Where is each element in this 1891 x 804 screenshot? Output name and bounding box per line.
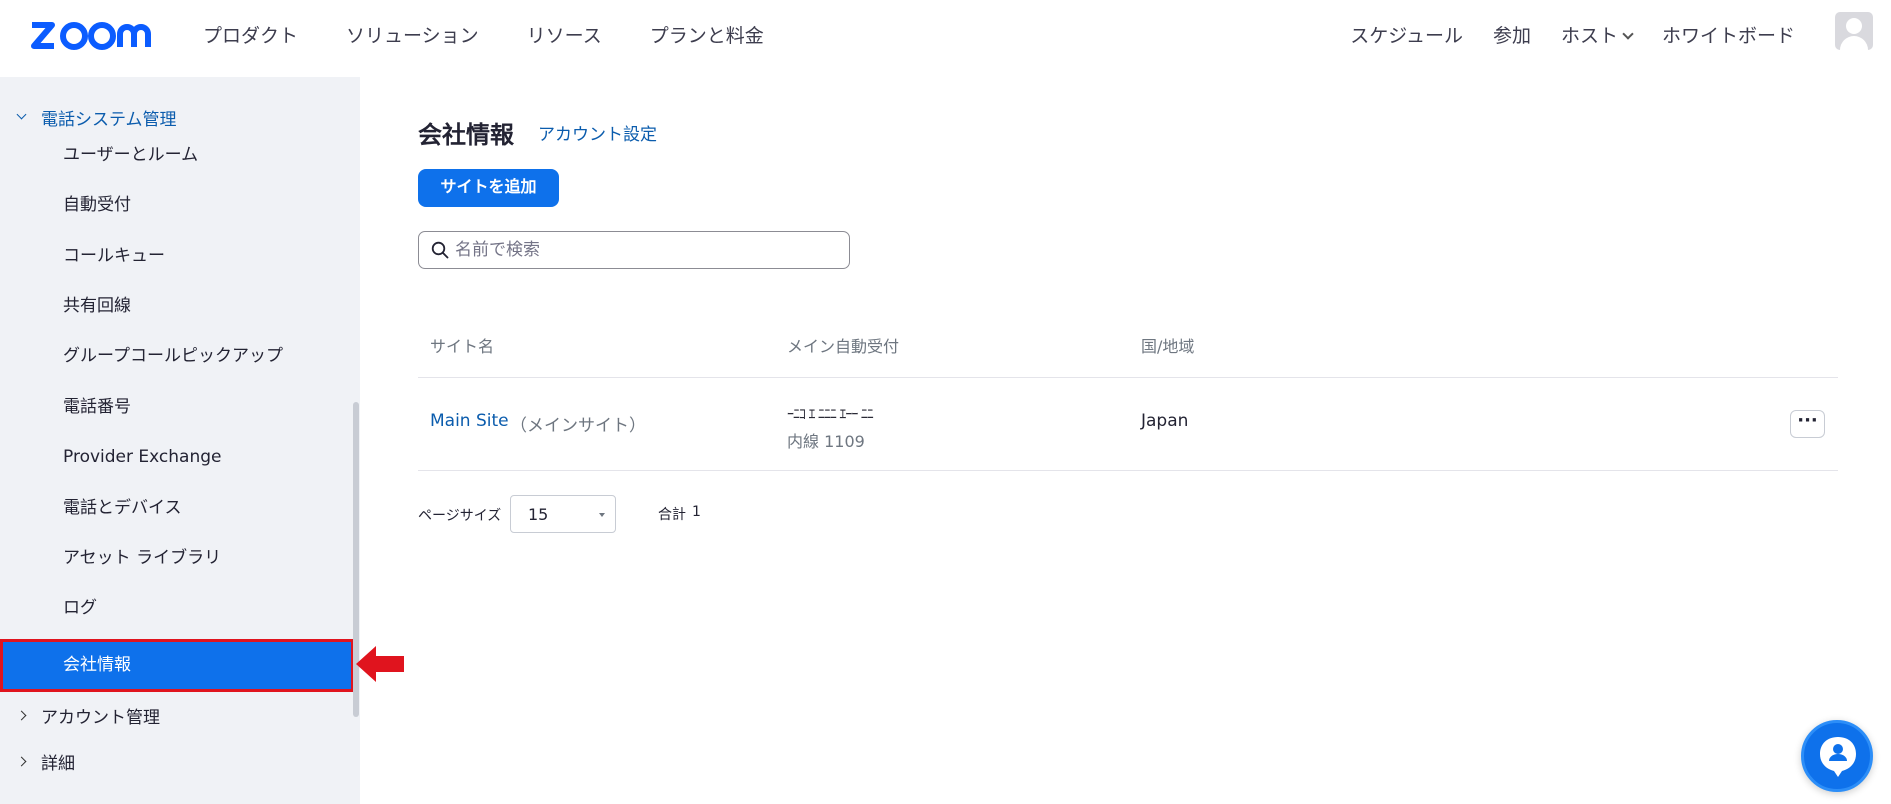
sidebar-item-asset-library[interactable]: アセット ライブラリ [63, 533, 221, 583]
sidebar-group-label: 電話システム管理 [41, 110, 177, 130]
page-size-value: 15 [528, 505, 549, 524]
nav-solutions[interactable]: ソリューション [346, 20, 479, 52]
sidebar-group-label: アカウント管理 [41, 708, 160, 728]
sidebar-item-label: 会社情報 [63, 655, 131, 675]
nav-join[interactable]: 参加 [1493, 20, 1531, 52]
secondary-nav: スケジュール 参加 ホスト ホワイトボード [1350, 20, 1795, 52]
column-header-site-name[interactable]: サイト名 [430, 333, 494, 357]
sidebar-item-shared-lines[interactable]: 共有回線 [63, 281, 131, 331]
nav-whiteboard[interactable]: ホワイトボード [1662, 20, 1795, 52]
sidebar: 電話システム管理 ユーザーとルーム 自動受付 コールキュー 共有回線 グループコ… [0, 77, 360, 804]
page-size-label: ページサイズ [418, 508, 502, 524]
nav-products[interactable]: プロダクト [203, 20, 298, 52]
nav-host[interactable]: ホスト [1560, 20, 1634, 52]
support-chat-button[interactable] [1801, 720, 1873, 792]
sidebar-group-advanced[interactable]: 詳細 [16, 749, 75, 774]
sidebar-item-company-info[interactable]: 会社情報 [0, 639, 354, 692]
sidebar-group-phone-system[interactable]: 電話システム管理 [16, 105, 177, 130]
sidebar-item-users-rooms[interactable]: ユーザーとルーム [63, 130, 198, 180]
dropdown-caret-icon [599, 513, 605, 517]
zoom-logo-icon [31, 22, 151, 50]
account-settings-link[interactable]: アカウント設定 [538, 120, 657, 145]
sidebar-item-phone-numbers[interactable]: 電話番号 [63, 382, 131, 432]
nav-resources[interactable]: リソース [527, 20, 602, 52]
receptionist-name-redacted: ｰﾆｺ ｴ ﾆﾆﾆ ｴｰｰ ﾆﾆ [787, 407, 874, 423]
total-label: 合計 [658, 507, 686, 523]
search-icon [431, 241, 449, 259]
site-country: Japan [1141, 411, 1189, 431]
sidebar-item-logs[interactable]: ログ [63, 583, 97, 633]
primary-nav: プロダクト ソリューション リソース プランと料金 [203, 20, 764, 52]
column-header-country[interactable]: 国/地域 [1141, 333, 1194, 357]
sidebar-group-account-management[interactable]: アカウント管理 [16, 703, 160, 728]
sidebar-item-provider-exchange[interactable]: Provider Exchange [63, 432, 221, 482]
more-options-button[interactable]: ··· [1790, 410, 1825, 438]
search-input[interactable] [455, 232, 835, 268]
main-content: 会社情報 アカウント設定 サイトを追加 サイト名 メイン自動受付 国/地域 Ma… [360, 77, 1891, 804]
nav-host-label: ホスト [1560, 25, 1618, 47]
sidebar-item-auto-receptionist[interactable]: 自動受付 [63, 180, 131, 230]
chevron-down-icon [1622, 28, 1634, 40]
site-name-link[interactable]: Main Site [430, 411, 509, 431]
nav-plans-pricing[interactable]: プランと料金 [650, 20, 764, 52]
table-divider [418, 470, 1838, 471]
page-title: 会社情報 [418, 121, 514, 149]
nav-schedule[interactable]: スケジュール [1350, 20, 1463, 52]
add-site-button[interactable]: サイトを追加 [418, 169, 559, 207]
page-size-select[interactable]: 15 [510, 495, 616, 533]
sidebar-item-call-queue[interactable]: コールキュー [63, 231, 165, 281]
column-header-main-auto-receptionist[interactable]: メイン自動受付 [787, 333, 899, 357]
chevron-down-icon [16, 109, 27, 120]
chat-bot-icon [1820, 737, 1856, 777]
search-box [418, 231, 850, 269]
chevron-right-icon [16, 756, 27, 767]
total-count: 1 [692, 504, 701, 520]
sidebar-group-label: 詳細 [41, 754, 75, 774]
chevron-right-icon [16, 710, 27, 721]
top-navigation: プロダクト ソリューション リソース プランと料金 スケジュール 参加 ホスト … [0, 0, 1891, 77]
sidebar-item-phones-devices[interactable]: 電話とデバイス [63, 483, 182, 533]
sidebar-item-group-call-pickup[interactable]: グループコールピックアップ [63, 331, 283, 381]
zoom-logo[interactable] [28, 16, 160, 52]
receptionist-extension: 内線 1109 [787, 432, 865, 451]
site-note: （メインサイト） [510, 416, 646, 436]
table-divider [418, 377, 1838, 378]
user-avatar[interactable] [1835, 12, 1873, 50]
